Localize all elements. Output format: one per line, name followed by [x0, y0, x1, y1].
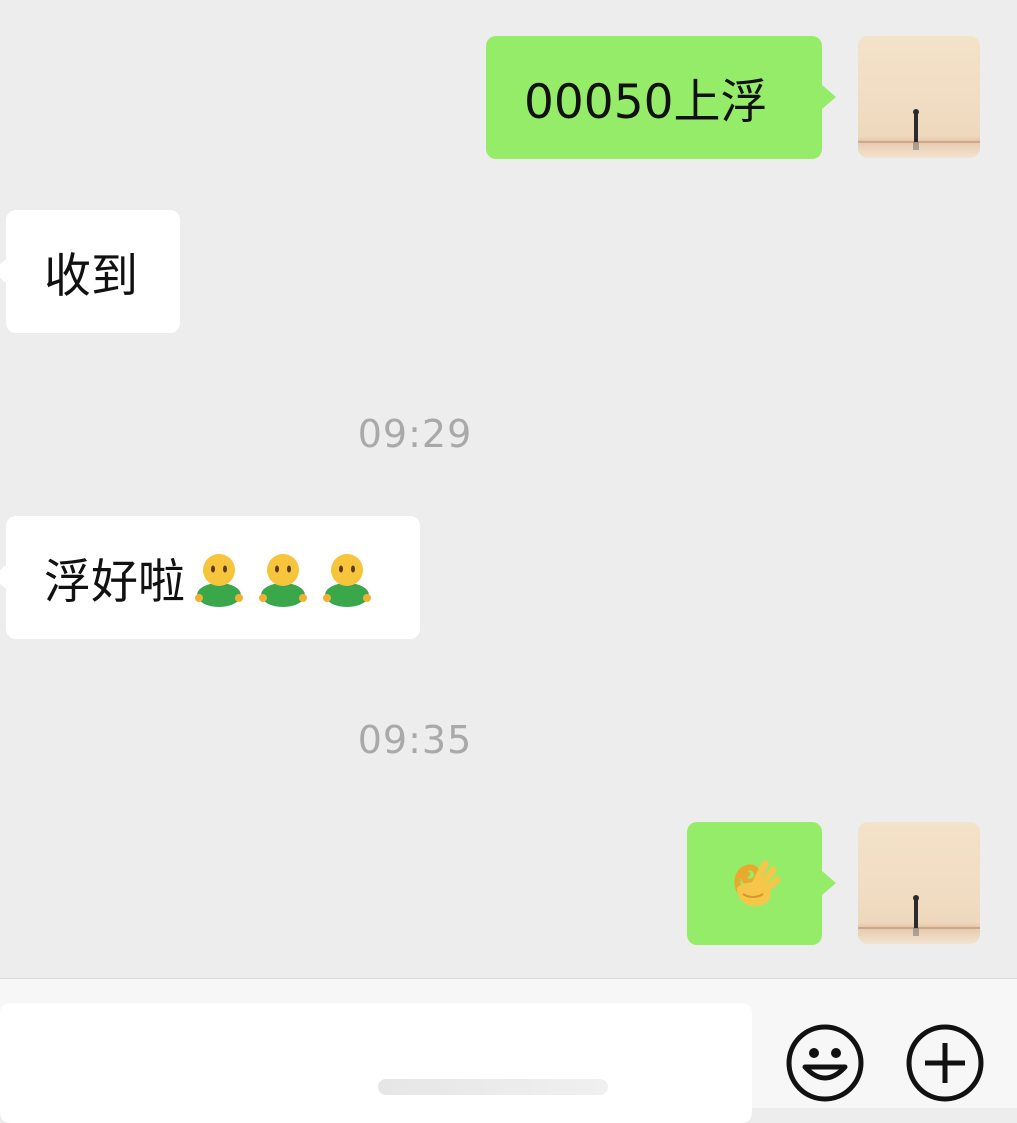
avatar[interactable]	[858, 36, 980, 158]
bubble-tail	[822, 85, 836, 109]
smile-icon[interactable]	[785, 1023, 865, 1103]
message-text: 收到	[44, 249, 138, 304]
green-figure-emoji	[323, 553, 371, 607]
bubble-tail	[822, 871, 836, 895]
chat-area: 00050上浮 收到 09:29 浮好啦 09:35	[0, 0, 1017, 978]
sent-message-bubble[interactable]: 00050上浮	[486, 36, 822, 159]
green-figure-emoji	[259, 553, 307, 607]
sent-message-bubble[interactable]	[687, 822, 822, 945]
bubble-tail	[0, 565, 6, 589]
message-text: 浮好啦	[44, 555, 185, 610]
input-bar	[0, 978, 1017, 1123]
timestamp: 09:29	[357, 412, 473, 456]
green-figure-emoji	[195, 553, 243, 607]
message-input[interactable]	[0, 1003, 752, 1123]
plus-icon[interactable]	[905, 1023, 985, 1103]
input-placeholder-bar	[378, 1079, 608, 1095]
ok-hand-emoji	[733, 860, 780, 906]
timestamp: 09:35	[357, 718, 473, 762]
received-message-bubble[interactable]: 收到	[6, 210, 180, 333]
avatar[interactable]	[858, 822, 980, 944]
received-message-bubble[interactable]: 浮好啦	[6, 516, 420, 639]
message-text: 00050上浮	[524, 75, 768, 130]
bubble-tail	[0, 259, 6, 283]
